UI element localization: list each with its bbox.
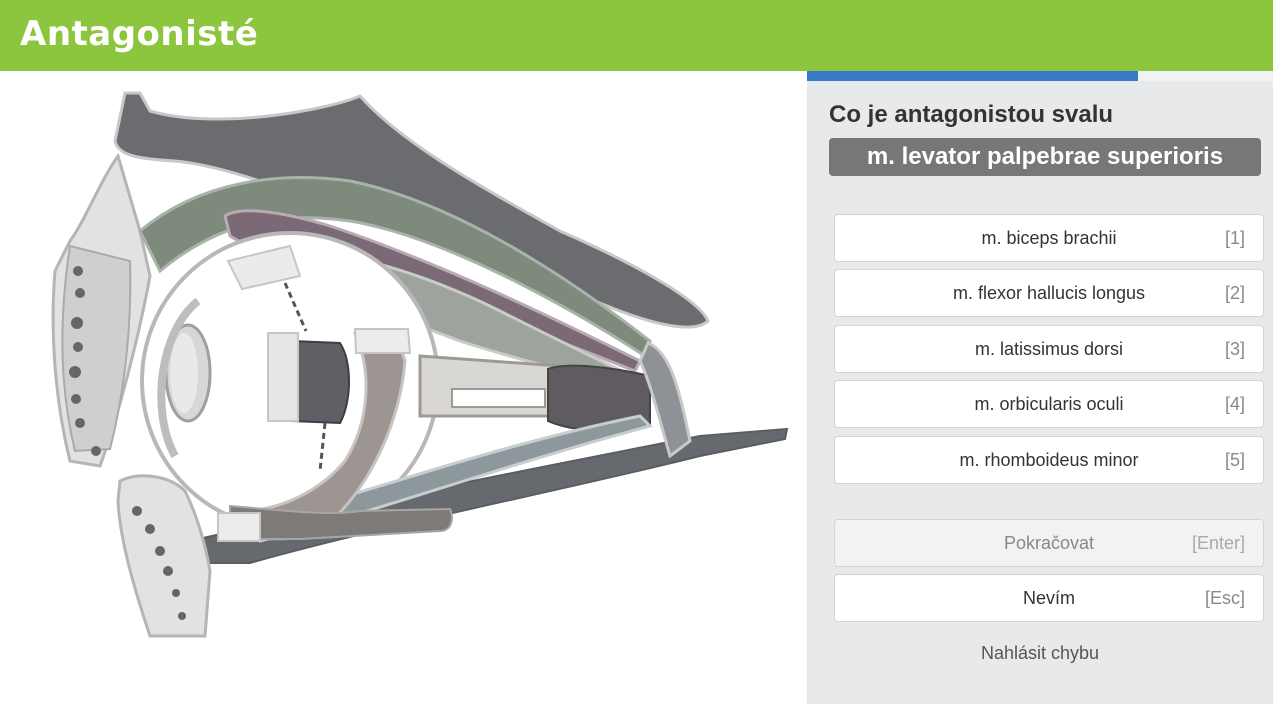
continue-key-hint: [Enter] xyxy=(1191,533,1245,553)
option-label: m. latissimus dorsi xyxy=(974,339,1124,359)
dont-know-label: Nevím xyxy=(1022,588,1075,608)
option-label: m. flexor hallucis longus xyxy=(952,283,1146,303)
option-key-hint: [4] xyxy=(1224,394,1245,414)
option-key-hint: [1] xyxy=(1224,228,1245,248)
term-badge: m. levator palpebrae superioris xyxy=(829,138,1261,176)
dont-know-key-hint: [Esc] xyxy=(1204,588,1245,608)
lower-eyelid xyxy=(116,474,212,638)
eye-orbit-diagram xyxy=(51,91,789,638)
anatomy-illustration xyxy=(0,71,807,704)
app-logo[interactable]: Antagonisté xyxy=(20,14,258,54)
report-error-link[interactable]: Nahlásit chybu xyxy=(807,643,1273,664)
quiz-panel: Co je antagonistou svalu m. levator palp… xyxy=(807,71,1273,704)
option-label: m. orbicularis oculi xyxy=(974,394,1124,414)
option-key-hint: [5] xyxy=(1224,450,1245,470)
continue-button[interactable]: Pokračovat [Enter] xyxy=(834,519,1264,567)
option-key-hint: [2] xyxy=(1224,283,1245,303)
rectus-stump xyxy=(291,339,350,425)
option-5-button[interactable]: m. rhomboideus minor [5] xyxy=(834,436,1264,484)
option-4-button[interactable]: m. orbicularis oculi [4] xyxy=(834,380,1264,428)
option-2-button[interactable]: m. flexor hallucis longus [2] xyxy=(834,269,1264,317)
option-3-button[interactable]: m. latissimus dorsi [3] xyxy=(834,325,1264,373)
dont-know-button[interactable]: Nevím [Esc] xyxy=(834,574,1264,622)
question-text: Co je antagonistou svalu xyxy=(829,101,1114,128)
option-key-hint: [3] xyxy=(1224,339,1245,359)
app-header: Antagonisté xyxy=(0,0,1273,71)
option-label: m. biceps brachii xyxy=(981,228,1117,248)
progress-bar xyxy=(807,71,1273,81)
tarsal-plate xyxy=(61,244,132,453)
option-1-button[interactable]: m. biceps brachii [1] xyxy=(834,214,1264,262)
option-label: m. rhomboideus minor xyxy=(959,450,1139,470)
progress-fill xyxy=(807,71,1138,81)
